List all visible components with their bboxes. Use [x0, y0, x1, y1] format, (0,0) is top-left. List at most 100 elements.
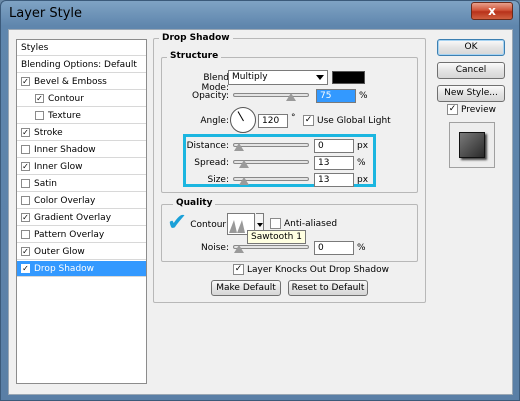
color-overlay-checkbox[interactable] — [21, 196, 30, 205]
sidebar-item-outer-glow[interactable]: ✓ Outer Glow — [17, 244, 146, 260]
style-preview-thumbnail — [449, 122, 495, 168]
blending-options-label: Blending Options: Default — [21, 60, 137, 70]
sidebar-item-label: Inner Glow — [34, 162, 83, 172]
spread-unit: % — [357, 158, 366, 168]
opacity-input[interactable]: 75 — [316, 89, 356, 103]
noise-unit: % — [357, 243, 366, 253]
sidebar-item-label: Texture — [48, 111, 81, 121]
angle-label: Angle: — [200, 116, 229, 126]
stroke-checkbox[interactable]: ✓ — [21, 128, 30, 137]
size-unit: px — [357, 175, 369, 185]
angle-dial-hand — [237, 111, 244, 122]
texture-checkbox[interactable] — [35, 111, 44, 120]
cancel-button[interactable]: Cancel — [437, 62, 505, 79]
contour-label: Contour: — [190, 220, 229, 230]
sidebar-item-gradient-overlay[interactable]: ✓ Gradient Overlay — [17, 210, 146, 226]
distance-unit: px — [357, 141, 369, 151]
size-input[interactable]: 13 — [314, 173, 354, 187]
opacity-slider-handle[interactable] — [286, 93, 296, 101]
sidebar-item-label: Inner Shadow — [34, 145, 96, 155]
gradient-overlay-checkbox[interactable]: ✓ — [21, 213, 30, 222]
angle-unit: ° — [291, 113, 296, 123]
make-default-button[interactable]: Make Default — [211, 280, 281, 296]
sidebar-item-inner-glow[interactable]: ✓ Inner Glow — [17, 159, 146, 175]
anti-aliased-checkbox[interactable] — [270, 218, 281, 229]
styles-header[interactable]: Styles — [17, 40, 146, 56]
structure-title: Structure — [167, 51, 222, 61]
sidebar-item-label: Stroke — [34, 128, 63, 138]
sidebar-item-label: Outer Glow — [34, 247, 85, 257]
layer-style-window: Layer Style x Styles Blending Options: D… — [0, 0, 520, 401]
spread-input[interactable]: 13 — [314, 156, 354, 170]
close-button[interactable]: x — [471, 2, 513, 20]
window-title: Layer Style — [9, 6, 83, 21]
sidebar-item-texture[interactable]: Texture — [17, 108, 146, 124]
spread-slider-handle[interactable] — [239, 160, 249, 168]
contour-tooltip: Sawtooth 1 — [247, 230, 306, 244]
distance-slider-handle[interactable] — [234, 143, 244, 151]
sidebar-item-contour[interactable]: ✓ Contour — [17, 91, 146, 107]
spread-slider[interactable] — [233, 160, 309, 168]
sidebar-item-stroke[interactable]: ✓ Stroke — [17, 125, 146, 141]
noise-slider-handle[interactable] — [234, 245, 244, 253]
size-slider[interactable] — [233, 177, 309, 185]
opacity-label: Opacity: — [192, 91, 229, 101]
preview-checkbox[interactable]: ✓ — [447, 104, 458, 115]
sidebar-item-pattern-overlay[interactable]: Pattern Overlay — [17, 227, 146, 243]
chevron-down-icon — [257, 223, 263, 227]
bevel-emboss-checkbox[interactable]: ✓ — [21, 77, 30, 86]
satin-checkbox[interactable] — [21, 179, 30, 188]
sidebar-item-label: Pattern Overlay — [34, 230, 105, 240]
use-global-light-label: Use Global Light — [317, 116, 391, 126]
size-label: Size: — [207, 175, 229, 185]
sidebar-item-label: Contour — [48, 94, 84, 104]
sidebar-item-bevel-emboss[interactable]: ✓ Bevel & Emboss — [17, 74, 146, 90]
drop-shadow-title: Drop Shadow — [159, 33, 233, 43]
anti-aliased-label: Anti-aliased — [284, 219, 338, 229]
title-bar[interactable]: Layer Style x — [1, 1, 519, 27]
styles-header-label: Styles — [21, 43, 49, 53]
sidebar-item-drop-shadow[interactable]: ✓ Drop Shadow — [17, 261, 146, 277]
sidebar-item-label: Drop Shadow — [34, 264, 95, 274]
sidebar-item-label: Color Overlay — [34, 196, 96, 206]
sidebar-item-label: Bevel & Emboss — [34, 77, 107, 87]
noise-slider[interactable] — [233, 245, 309, 253]
layer-knocks-out-label: Layer Knocks Out Drop Shadow — [247, 265, 389, 275]
blending-options-item[interactable]: Blending Options: Default — [17, 57, 146, 73]
noise-label: Noise: — [201, 243, 229, 253]
blend-mode-select[interactable]: Multiply — [228, 70, 328, 85]
sidebar-item-color-overlay[interactable]: Color Overlay — [17, 193, 146, 209]
ok-button[interactable]: OK — [437, 39, 505, 56]
chevron-down-icon — [316, 75, 324, 80]
angle-input[interactable]: 120 — [258, 114, 288, 128]
contour-checkbox[interactable]: ✓ — [35, 94, 44, 103]
blend-mode-value: Multiply — [232, 72, 268, 82]
distance-label: Distance: — [186, 141, 229, 151]
sidebar-item-label: Satin — [34, 179, 57, 189]
use-global-light-checkbox[interactable]: ✓ — [303, 115, 314, 126]
styles-list: Styles Blending Options: Default ✓ Bevel… — [16, 39, 147, 384]
sidebar-item-inner-shadow[interactable]: Inner Shadow — [17, 142, 146, 158]
noise-input[interactable]: 0 — [314, 241, 354, 255]
opacity-slider[interactable] — [233, 93, 309, 101]
dialog-body: Styles Blending Options: Default ✓ Bevel… — [8, 29, 513, 395]
distance-slider[interactable] — [233, 143, 309, 151]
drop-shadow-checkbox[interactable]: ✓ — [21, 264, 30, 273]
size-slider-handle[interactable] — [239, 177, 249, 185]
distance-input[interactable]: 0 — [314, 139, 354, 153]
pattern-overlay-checkbox[interactable] — [21, 230, 30, 239]
inner-shadow-checkbox[interactable] — [21, 145, 30, 154]
angle-dial[interactable] — [230, 107, 256, 133]
reset-to-default-button[interactable]: Reset to Default — [288, 280, 368, 296]
shadow-color-swatch[interactable] — [332, 71, 365, 84]
new-style-button[interactable]: New Style... — [437, 85, 505, 102]
blend-mode-label: Blend Mode: — [201, 73, 229, 93]
layer-knocks-out-checkbox[interactable]: ✓ — [233, 264, 244, 275]
outer-glow-checkbox[interactable]: ✓ — [21, 247, 30, 256]
spread-label: Spread: — [194, 158, 229, 168]
inner-glow-checkbox[interactable]: ✓ — [21, 162, 30, 171]
preview-swatch — [459, 132, 485, 158]
opacity-unit: % — [359, 91, 368, 101]
sidebar-item-satin[interactable]: Satin — [17, 176, 146, 192]
quality-title: Quality — [173, 198, 216, 208]
